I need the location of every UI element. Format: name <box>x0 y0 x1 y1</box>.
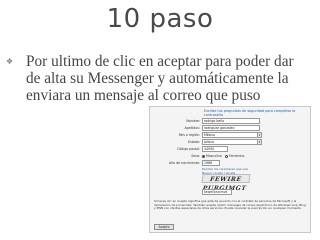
gender-radios: Masculino Femenino <box>202 154 244 158</box>
state-value: Jalisco <box>204 140 215 144</box>
radio-female-label: Femenino <box>228 154 245 158</box>
last-name-label: Apellidos: <box>184 126 200 130</box>
captcha-image: FEWIRE PURGIMGT <box>201 174 251 192</box>
birth-year-label: Año de nacimiento: <box>168 161 200 165</box>
bullet-text: Por ultimo de clic en aceptar para poder… <box>26 53 294 104</box>
chevron-down-icon: ▾ <box>257 140 261 144</box>
captcha-answer-field[interactable]: kewef4ezzmzit <box>202 189 232 195</box>
country-label: País o región: <box>178 133 200 137</box>
gender-row: Sexo: Masculino Femenino <box>150 153 310 160</box>
postal-code-label: Código postal: <box>177 147 200 151</box>
last-name-row: Apellidos: rodriguez gonzalez <box>150 125 310 132</box>
country-value: México <box>204 133 216 137</box>
postal-code-row: Código postal: 44000 <box>150 146 310 153</box>
birth-year-row: Año de nacimiento: 1986 <box>150 160 310 167</box>
postal-code-field[interactable]: 44000 <box>202 146 228 152</box>
first-name-field[interactable]: rodrigo bello <box>202 118 260 124</box>
state-select[interactable]: Jalisco ▾ <box>202 139 262 145</box>
last-name-field[interactable]: rodriguez gonzalez <box>202 125 260 131</box>
state-row: Estado: Jalisco ▾ <box>150 139 310 146</box>
form-heading: Escribe tus preguntas de seguridad para … <box>204 109 296 117</box>
radio-male-label: Masculino <box>206 154 222 158</box>
bullet-item: ❖ Por ultimo de clic en aceptar para pod… <box>6 53 306 104</box>
radio-female[interactable] <box>224 154 228 158</box>
slide-title: 10 paso <box>106 4 214 34</box>
radio-male[interactable] <box>202 154 205 158</box>
accept-button[interactable]: Acepto <box>154 224 174 230</box>
first-name-label: Nombre: <box>186 119 200 123</box>
country-select[interactable]: México ▾ <box>202 132 262 138</box>
first-name-row: Nombre: rodrigo bello <box>150 118 310 125</box>
chevron-down-icon: ▾ <box>257 133 261 137</box>
square-bullet-icon: ❖ <box>6 57 14 66</box>
state-label: Estado: <box>188 140 200 144</box>
country-row: País o región: México ▾ <box>150 132 310 139</box>
gender-label: Sexo: <box>191 154 200 158</box>
registration-form-screenshot: Escribe tus preguntas de seguridad para … <box>149 106 311 233</box>
birth-year-field[interactable]: 1986 <box>202 160 220 166</box>
terms-text: Si haces clic en Acepto significa que es… <box>154 199 306 211</box>
